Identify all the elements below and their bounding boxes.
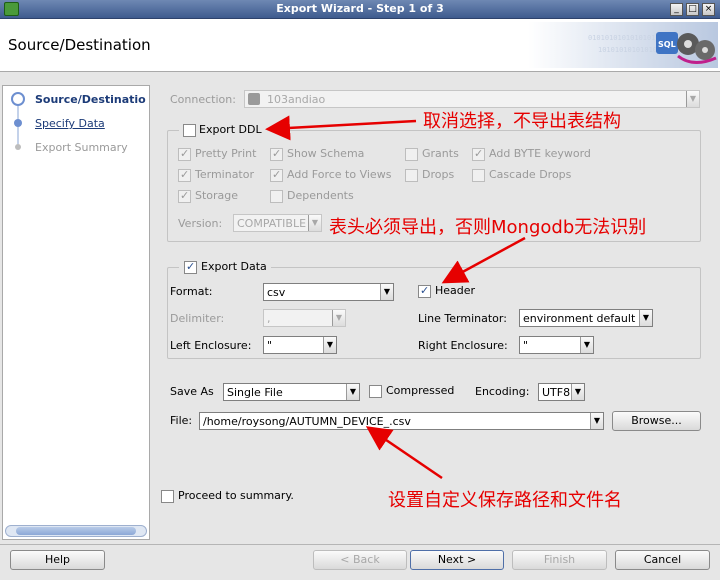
file-annotation: 设置自定义保存路径和文件名 [388, 490, 622, 511]
ddl-annotation: 取消选择，不导出表结构 [423, 111, 621, 132]
header-annotation: 表头必须导出，否则Mongodb无法识别 [329, 217, 647, 238]
